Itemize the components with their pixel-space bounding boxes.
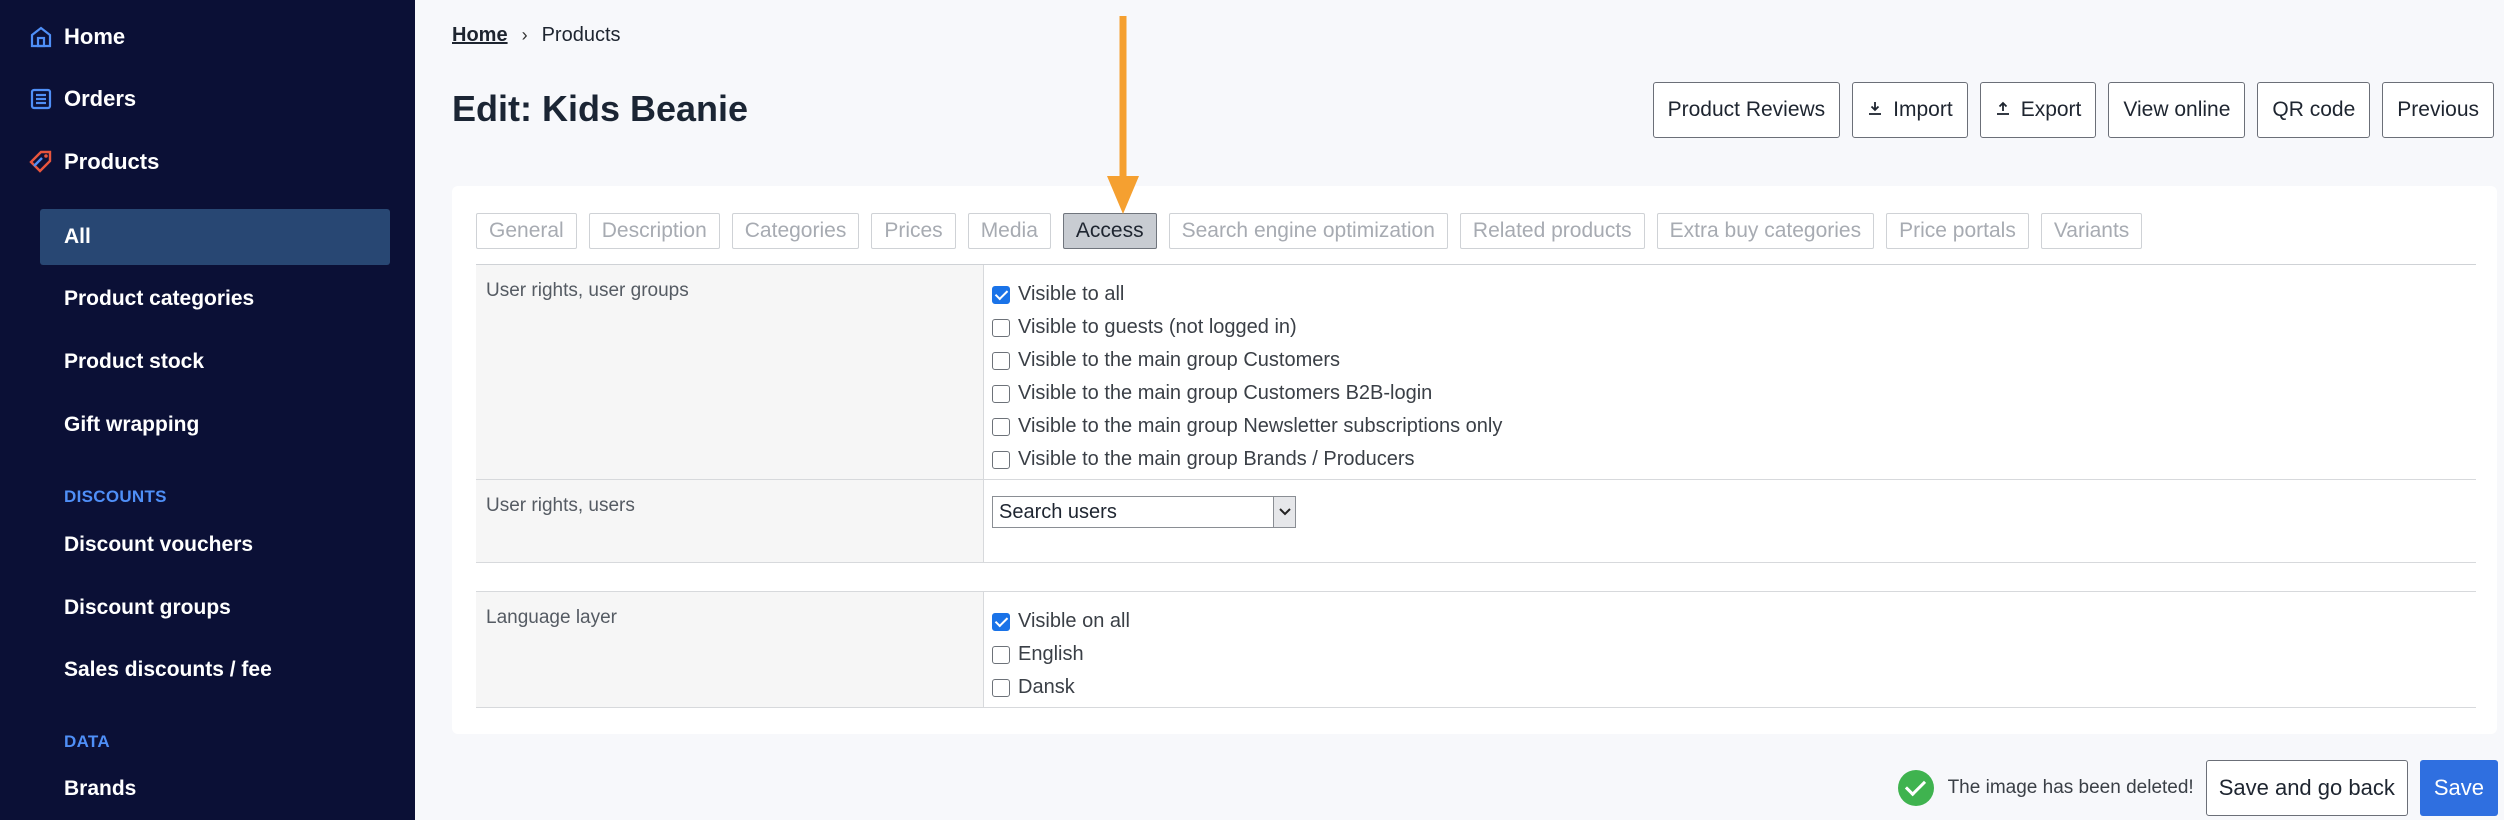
sidebar: Home Orders Products All Product categor… [0, 0, 415, 820]
tab-price-portals[interactable]: Price portals [1886, 213, 2029, 249]
notice-text: The image has been deleted! [1947, 777, 2194, 798]
sidebar-item-discount-groups[interactable]: Discount groups [40, 580, 390, 636]
checkbox-label: Visible to the main group Brands / Produ… [1018, 448, 1415, 470]
save-and-go-back-button[interactable]: Save and go back [2205, 760, 2408, 816]
checkbox-label: Dansk [1018, 676, 1075, 698]
sidebar-item-sales-discounts[interactable]: Sales discounts / fee [40, 642, 390, 698]
product-reviews-button[interactable]: Product Reviews [1652, 82, 1841, 138]
success-notice: The image has been deleted! [1897, 770, 2194, 806]
checkbox-visible-customers-b2b[interactable]: Visible to the main group Customers B2B-… [992, 377, 2468, 410]
language-label: Language layer [476, 592, 984, 707]
tab-related-products[interactable]: Related products [1459, 213, 1645, 249]
page-title: Edit: Kids Beanie [452, 88, 749, 129]
checkbox-visible-on-all[interactable]: Visible on all [992, 605, 2468, 638]
import-button[interactable]: Import [1852, 82, 1968, 138]
checkbox-dansk[interactable]: Dansk [992, 671, 2468, 704]
export-button[interactable]: Export [1979, 82, 2097, 138]
breadcrumb-separator: › [521, 25, 528, 45]
tag-icon [28, 149, 54, 175]
export-label: Export [2020, 98, 2082, 121]
checkbox-label: Visible to the main group Customers [1018, 349, 1341, 371]
annotation-arrow-icon [1107, 16, 1139, 214]
checkbox-box[interactable] [992, 678, 1010, 697]
checkbox-visible-customers[interactable]: Visible to the main group Customers [992, 344, 2468, 377]
sidebar-item-brands[interactable]: Brands [40, 761, 390, 817]
save-button[interactable]: Save [2419, 760, 2498, 816]
nav-home-label: Home [64, 24, 126, 49]
upload-icon [1995, 100, 2011, 121]
nav-products-label: Products [64, 149, 160, 174]
checkbox-box[interactable] [992, 450, 1010, 469]
checkbox-box[interactable] [992, 645, 1010, 664]
footer-actions: The image has been deleted! Save and go … [1897, 760, 2498, 816]
language-row: Language layer Visible on all English Da… [476, 592, 2476, 708]
view-online-button[interactable]: View online [2108, 82, 2246, 138]
checkbox-label: English [1018, 643, 1084, 665]
qr-code-label: QR code [2272, 98, 2356, 121]
checkbox-box[interactable] [992, 417, 1010, 436]
checkbox-box[interactable] [992, 285, 1010, 304]
sidebar-item-all[interactable]: All [40, 209, 390, 265]
checkbox-label: Visible to guests (not logged in) [1018, 316, 1297, 338]
user-groups-options: Visible to all Visible to guests (not lo… [984, 265, 2476, 479]
breadcrumb: Home › Products [452, 24, 621, 47]
user-groups-label: User rights, user groups [476, 265, 984, 479]
sidebar-item-discount-vouchers[interactable]: Discount vouchers [40, 517, 390, 573]
section-title-discounts: DISCOUNTS [64, 487, 167, 506]
home-icon [28, 24, 54, 50]
search-users-value: Search users [999, 500, 1117, 523]
breadcrumb-home-link[interactable]: Home [452, 24, 508, 47]
checkbox-box[interactable] [992, 318, 1010, 337]
tab-access[interactable]: Access [1062, 213, 1157, 249]
user-groups-row: User rights, user groups Visible to all … [476, 265, 2476, 480]
checkbox-label: Visible to the main group Customers B2B-… [1018, 382, 1433, 404]
previous-button[interactable]: Previous [2382, 82, 2494, 138]
download-icon [1867, 100, 1883, 121]
previous-label: Previous [2397, 98, 2479, 121]
tab-extra-buy-categories[interactable]: Extra buy categories [1656, 213, 1875, 249]
language-options: Visible on all English Dansk [984, 592, 2476, 707]
users-label: User rights, users [476, 480, 984, 562]
tab-media[interactable]: Media [967, 213, 1051, 249]
users-field: Search users [984, 480, 2476, 562]
tab-categories[interactable]: Categories [731, 213, 860, 249]
checkbox-box[interactable] [992, 612, 1010, 631]
tab-description[interactable]: Description [588, 213, 720, 249]
users-row: User rights, users Search users [476, 480, 2476, 563]
product-reviews-label: Product Reviews [1667, 98, 1826, 121]
spacer [476, 563, 984, 591]
checkbox-visible-to-all[interactable]: Visible to all [992, 278, 2468, 311]
checkbox-label: Visible to all [1018, 283, 1125, 305]
chevron-down-icon[interactable] [1273, 497, 1295, 527]
edit-card: General Description Categories Prices Me… [452, 186, 2497, 734]
checkbox-english[interactable]: English [992, 638, 2468, 671]
import-label: Import [1893, 98, 1953, 121]
list-icon [28, 86, 54, 112]
checkbox-visible-newsletter[interactable]: Visible to the main group Newsletter sub… [992, 410, 2468, 443]
checkbox-visible-brands[interactable]: Visible to the main group Brands / Produ… [992, 443, 2468, 476]
tab-bar: General Description Categories Prices Me… [476, 213, 2143, 249]
tab-variants[interactable]: Variants [2040, 213, 2143, 249]
tab-general[interactable]: General [476, 213, 577, 249]
tab-prices[interactable]: Prices [871, 213, 956, 249]
view-online-label: View online [2123, 98, 2231, 121]
toolbar: Product Reviews Import Export View onlin… [1652, 82, 2494, 138]
check-circle-icon [1897, 770, 1934, 806]
spacer-row [476, 563, 2476, 592]
sidebar-item-product-stock[interactable]: Product stock [40, 334, 390, 390]
section-title-data: DATA [64, 732, 110, 751]
tab-seo[interactable]: Search engine optimization [1168, 213, 1448, 249]
search-users-select[interactable]: Search users [992, 496, 1296, 528]
breadcrumb-current: Products [541, 24, 621, 46]
qr-code-button[interactable]: QR code [2257, 82, 2371, 138]
checkbox-box[interactable] [992, 384, 1010, 403]
checkbox-box[interactable] [992, 351, 1010, 370]
nav-orders-label: Orders [64, 86, 137, 111]
checkbox-label: Visible to the main group Newsletter sub… [1018, 415, 1503, 437]
sidebar-item-gift-wrapping[interactable]: Gift wrapping [40, 397, 390, 453]
checkbox-visible-to-guests[interactable]: Visible to guests (not logged in) [992, 311, 2468, 344]
sidebar-item-product-categories[interactable]: Product categories [40, 271, 390, 327]
checkbox-label: Visible on all [1018, 610, 1130, 632]
